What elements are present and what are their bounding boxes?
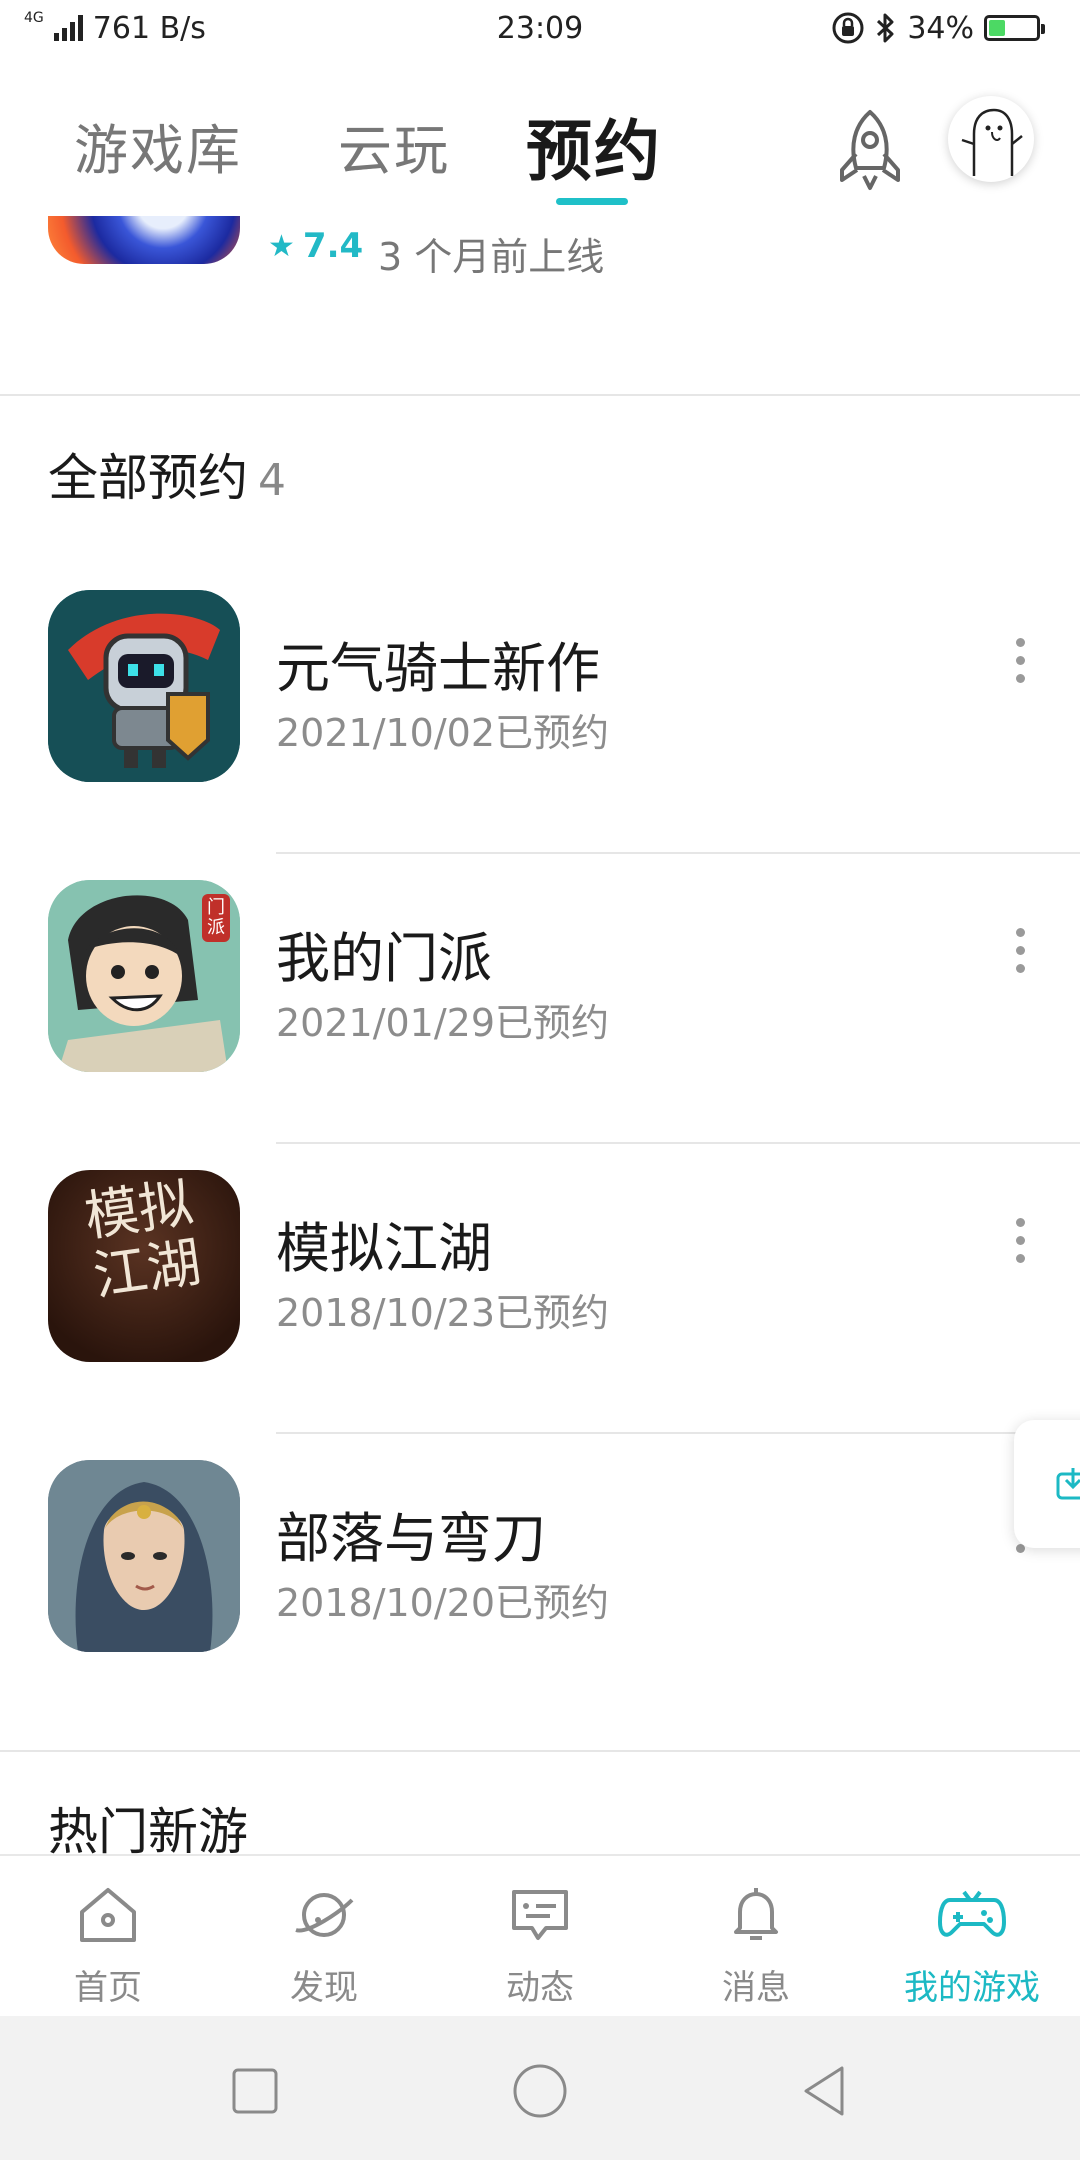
list-item[interactable]: 模拟江湖 模拟江湖 2018/10/23已预约	[0, 1170, 1080, 1460]
nav-label: 动态	[506, 1968, 574, 2008]
nav-messages[interactable]: 消息	[648, 1856, 864, 2016]
reservation-date: 2021/01/29已预约	[276, 1001, 610, 1045]
nav-home[interactable]: 首页	[0, 1856, 216, 2016]
game-title[interactable]: 部落与弯刀	[276, 1494, 546, 1573]
nav-my-games[interactable]: 我的游戏	[864, 1856, 1080, 2016]
status-left: 4G 761 B/s	[24, 10, 206, 46]
network-type: 4G	[24, 10, 44, 26]
row-divider	[276, 852, 1080, 854]
tab-cloud-play[interactable]: 云玩	[338, 106, 450, 185]
bell-icon	[734, 1888, 778, 1940]
star-icon: ★	[268, 228, 295, 264]
download-icon	[1056, 1468, 1080, 1500]
tab-game-library[interactable]: 游戏库	[74, 106, 242, 185]
system-navigation-bar	[0, 2016, 1080, 2160]
gamepad-icon	[938, 1890, 1006, 1937]
previous-game-icon[interactable]	[48, 216, 240, 264]
section-divider	[0, 1750, 1080, 1752]
reservation-date: 2018/10/23已预约	[276, 1291, 610, 1335]
back-triangle-icon[interactable]	[790, 2056, 860, 2126]
more-options-icon[interactable]	[1000, 1200, 1040, 1280]
avatar-doodle-icon	[961, 108, 1023, 176]
bluetooth-icon	[877, 13, 894, 43]
previous-game-launch-time: 3 个月前上线	[378, 235, 605, 279]
game-title[interactable]: 我的门派	[276, 914, 492, 993]
game-icon-soul-knight[interactable]	[48, 590, 240, 782]
list-item[interactable]: 门派 我的门派 2021/01/29已预约	[0, 880, 1080, 1170]
battery-icon	[984, 15, 1045, 41]
more-options-icon[interactable]	[1000, 910, 1040, 990]
nav-label: 发现	[290, 1968, 358, 2008]
knight-art-icon	[48, 590, 240, 782]
more-options-icon[interactable]	[1000, 620, 1040, 700]
rating-value: 7.4	[302, 226, 364, 266]
nav-label: 首页	[74, 1968, 142, 2008]
signal-icon	[53, 15, 83, 41]
section-title-text: 全部预约	[48, 449, 248, 507]
game-icon-my-sect[interactable]: 门派	[48, 880, 240, 1072]
calligraphy-art: 模拟江湖	[80, 1171, 205, 1308]
previous-game-rating: ★ 7.4	[268, 226, 363, 266]
list-item[interactable]: 元气骑士新作 2021/10/02已预约	[0, 590, 1080, 880]
avatar[interactable]	[948, 96, 1034, 182]
tribes-art-icon	[48, 1460, 240, 1652]
row-divider	[276, 1142, 1080, 1144]
top-tab-bar: 游戏库 云玩 预约	[0, 56, 1080, 216]
game-title[interactable]: 模拟江湖	[276, 1204, 492, 1283]
row-divider	[276, 1432, 1080, 1434]
floating-download-tab[interactable]	[1014, 1420, 1080, 1548]
square-icon[interactable]	[220, 2056, 290, 2126]
nav-label: 我的游戏	[904, 1968, 1040, 2008]
planet-icon	[295, 1893, 354, 1937]
battery-percent: 34%	[907, 10, 974, 46]
nav-feed[interactable]: 动态	[432, 1856, 648, 2016]
hot-new-games-title: 热门新游	[48, 1803, 248, 1854]
reservation-date: 2021/10/02已预约	[276, 711, 610, 755]
status-right: 34%	[831, 10, 1045, 46]
bottom-navigation: 首页 发现 动态 消息 我的游戏	[0, 1854, 1080, 2016]
status-bar: 4G 761 B/s 23:09 34%	[0, 0, 1080, 56]
tab-reservations[interactable]: 预约	[526, 98, 662, 194]
nav-label: 消息	[722, 1968, 790, 2008]
nav-discover[interactable]: 发现	[216, 1856, 432, 2016]
list-item[interactable]: 部落与弯刀 2018/10/20已预约	[0, 1460, 1080, 1750]
game-icon-jianghu[interactable]: 模拟江湖	[48, 1170, 240, 1362]
reservation-date: 2018/10/20已预约	[276, 1581, 610, 1625]
sect-badge: 门派	[202, 894, 230, 942]
reservations-content[interactable]: ★ 7.4 3 个月前上线 全部预约 4 元气骑士新作 2021/10/02已预约	[0, 216, 1080, 1854]
section-divider	[0, 394, 1080, 396]
game-icon-tribes-scimitars[interactable]	[48, 1460, 240, 1652]
reservation-count: 4	[258, 455, 286, 506]
home-icon	[80, 1888, 136, 1942]
network-speed: 761 B/s	[92, 10, 206, 46]
active-tab-indicator	[556, 198, 628, 205]
message-icon	[512, 1890, 568, 1940]
circle-icon[interactable]	[505, 2056, 575, 2126]
reservations-section-title: 全部预约 4	[48, 438, 286, 510]
game-title[interactable]: 元气骑士新作	[276, 624, 600, 703]
rocket-icon[interactable]	[830, 106, 910, 196]
rotation-lock-icon	[832, 12, 864, 44]
